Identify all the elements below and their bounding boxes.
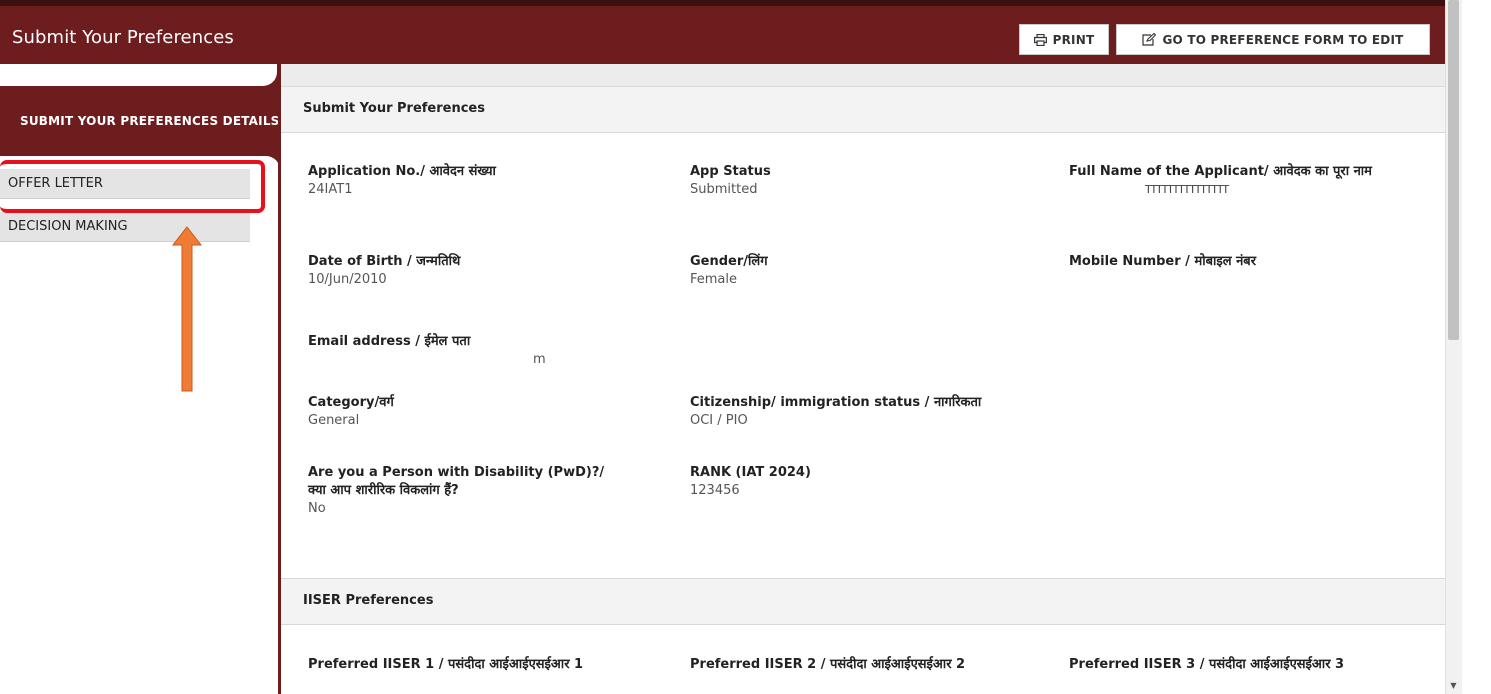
sidebar-section-header[interactable]: SUBMIT YOUR PREFERENCES DETAILS bbox=[0, 86, 280, 156]
field-label: Preferred IISER 1 / पसंदीदा आईआईएसईआर 1 bbox=[308, 657, 584, 672]
edit-icon bbox=[1142, 33, 1157, 46]
field-email: Email address / ईमेल पता m bbox=[308, 333, 546, 369]
field-label-line1: Are you a Person with Disability (PwD)?/ bbox=[308, 465, 605, 480]
printer-icon bbox=[1033, 33, 1047, 46]
content-top-strip bbox=[281, 64, 1445, 86]
scrollbar-thumb[interactable] bbox=[1448, 0, 1459, 340]
field-label: Category/वर्ग bbox=[308, 395, 394, 410]
sidebar-notch-corner bbox=[0, 64, 277, 86]
sidebar-section-label: SUBMIT YOUR PREFERENCES DETAILS bbox=[20, 114, 280, 128]
field-value: 24IAT1 bbox=[308, 182, 353, 197]
field-value: m bbox=[533, 352, 546, 367]
field-value: 123456 bbox=[690, 483, 740, 498]
field-rank: RANK (IAT 2024) 123456 bbox=[690, 464, 811, 500]
field-value: Female bbox=[690, 272, 738, 287]
print-label: PRINT bbox=[1052, 32, 1095, 47]
field-label: Preferred IISER 3 / पसंदीदा आईआईएसईआर 3 bbox=[1069, 657, 1345, 672]
field-category: Category/वर्ग General bbox=[308, 394, 394, 430]
field-value: 10/Jun/2010 bbox=[308, 272, 387, 287]
field-label: Gender/लिंग bbox=[690, 254, 768, 269]
field-label: RANK (IAT 2024) bbox=[690, 465, 811, 480]
field-label: Email address / ईमेल पता bbox=[308, 334, 471, 349]
edit-label: GO TO PREFERENCE FORM TO EDIT bbox=[1162, 32, 1404, 47]
field-value: TTTTTTTTTTTTTTT bbox=[1145, 183, 1229, 196]
window-margin bbox=[1462, 0, 1491, 694]
field-label: Preferred IISER 2 / पसंदीदा आईआईएसईआर 2 bbox=[690, 657, 966, 672]
section-header-iiser-preferences: IISER Preferences bbox=[281, 578, 1445, 625]
top-header-bar: Submit Your Preferences PRINT GO TO PREF… bbox=[0, 0, 1445, 64]
field-value: Submitted bbox=[690, 182, 758, 197]
field-label: App Status bbox=[690, 164, 771, 179]
up-arrow-icon bbox=[171, 226, 203, 392]
field-date-of-birth: Date of Birth / जन्मतिथि 10/Jun/2010 bbox=[308, 253, 460, 289]
field-preferred-iiser-2: Preferred IISER 2 / पसंदीदा आईआईएसईआर 2 bbox=[690, 656, 965, 674]
field-label: Citizenship/ immigration status / नागरिक… bbox=[690, 395, 982, 410]
field-gender: Gender/लिंग Female bbox=[690, 253, 768, 289]
field-application-no: Application No./ आवेदन संख्या 24IAT1 bbox=[308, 163, 496, 199]
field-value: OCI / PIO bbox=[690, 413, 748, 428]
field-label: Mobile Number / मोबाइल नंबर bbox=[1069, 254, 1257, 269]
field-value: General bbox=[308, 413, 360, 428]
field-pwd: Are you a Person with Disability (PwD)?/… bbox=[308, 464, 604, 518]
field-label: Date of Birth / जन्मतिथि bbox=[308, 254, 461, 269]
section-header-submit-preferences: Submit Your Preferences bbox=[281, 86, 1445, 133]
go-to-preference-form-button[interactable]: GO TO PREFERENCE FORM TO EDIT bbox=[1116, 24, 1430, 55]
field-mobile-number: Mobile Number / मोबाइल नंबर bbox=[1069, 253, 1256, 271]
field-label: Full Name of the Applicant/ आवेदक का पूर… bbox=[1069, 164, 1372, 179]
page-title: Submit Your Preferences bbox=[12, 27, 234, 48]
field-label-line2: क्या आप शारीरिक विकलांग हैं? bbox=[308, 483, 459, 498]
print-button[interactable]: PRINT bbox=[1019, 24, 1109, 55]
scroll-down-arrow-icon[interactable]: ▼ bbox=[1446, 678, 1461, 694]
field-preferred-iiser-1: Preferred IISER 1 / पसंदीदा आईआईएसईआर 1 bbox=[308, 656, 583, 674]
field-label: Application No./ आवेदन संख्या bbox=[308, 164, 496, 179]
highlight-box bbox=[0, 160, 265, 213]
sidebar-item-label: DECISION MAKING bbox=[8, 219, 128, 234]
field-value: No bbox=[308, 501, 326, 516]
field-preferred-iiser-3: Preferred IISER 3 / पसंदीदा आईआईएसईआर 3 bbox=[1069, 656, 1344, 674]
field-app-status: App Status Submitted bbox=[690, 163, 771, 199]
sidebar-item-decision-making[interactable]: DECISION MAKING bbox=[0, 212, 250, 242]
field-citizenship: Citizenship/ immigration status / नागरिक… bbox=[690, 394, 981, 430]
field-full-name: Full Name of the Applicant/ आवेदक का पूर… bbox=[1069, 163, 1414, 199]
